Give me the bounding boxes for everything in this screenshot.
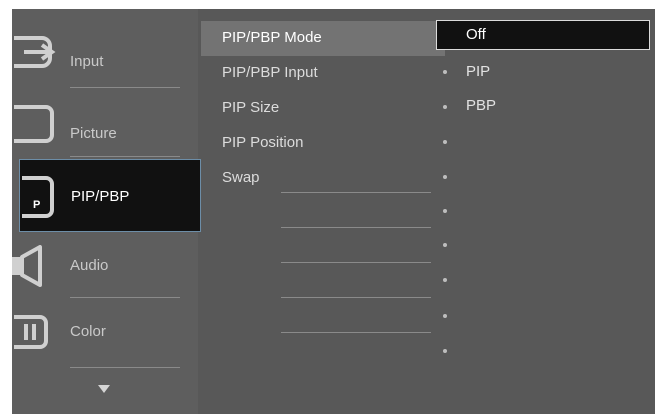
menu-item-pip-size[interactable]: PIP Size [201,91,445,126]
osd-menu: Input Picture P PIP/PBP Audio Color PIP/… [12,9,655,414]
menu-item-label: PIP Size [222,99,280,116]
sidebar-item-label: Picture [70,125,117,142]
sidebar-item-input[interactable]: Input [12,18,198,88]
menu-item-label: PIP/PBP Input [222,64,318,81]
sidebar-divider [70,87,180,88]
audio-icon [12,245,42,287]
sidebar-divider [70,297,180,298]
menu-item-swap[interactable]: Swap [201,161,445,196]
menu-item-pip-pbp-input[interactable]: PIP/PBP Input [201,56,445,91]
picture-icon [14,105,54,143]
menu-item-label: PIP/PBP Mode [222,29,322,46]
pip-pbp-icon: P [22,176,54,218]
menu-item-label: PIP Position [222,134,304,151]
sidebar-item-label: PIP/PBP [71,188,130,205]
menu-item-pip-position[interactable]: PIP Position [201,126,445,161]
sidebar-item-label: Input [70,53,104,70]
option-pbp[interactable]: PBP [436,91,650,121]
sidebar-item-pip-pbp[interactable]: P PIP/PBP [19,159,201,232]
chevron-down-icon[interactable] [98,385,110,393]
menu-item-pip-pbp-mode[interactable]: PIP/PBP Mode [201,21,445,56]
options-panel: Off PIP PBP [436,9,655,414]
menu-divider [281,332,431,333]
sidebar-divider [70,156,180,157]
option-label: Off [466,26,486,43]
menu-divider [281,227,431,228]
color-icon [14,315,48,349]
sidebar-item-color[interactable]: Color [12,299,198,369]
option-label: PIP [466,63,491,80]
menu-divider [281,192,431,193]
sidebar-item-audio[interactable]: Audio [12,231,198,301]
menu-divider [281,262,431,263]
menu-item-label: Swap [222,169,260,186]
option-label: PBP [466,97,497,114]
sidebar-divider [70,367,180,368]
input-icon [14,36,56,68]
option-off[interactable]: Off [436,20,650,50]
pip-pbp-menu: PIP/PBP Mode PIP/PBP Input PIP Size PIP … [201,9,447,414]
sidebar-item-label: Color [70,323,106,340]
menu-divider [281,297,431,298]
sidebar-item-picture[interactable]: Picture [12,89,198,159]
svg-text:P: P [33,199,40,211]
option-pip[interactable]: PIP [436,57,650,87]
sidebar: Input Picture P PIP/PBP Audio Color [12,9,201,414]
sidebar-item-label: Audio [70,257,109,274]
